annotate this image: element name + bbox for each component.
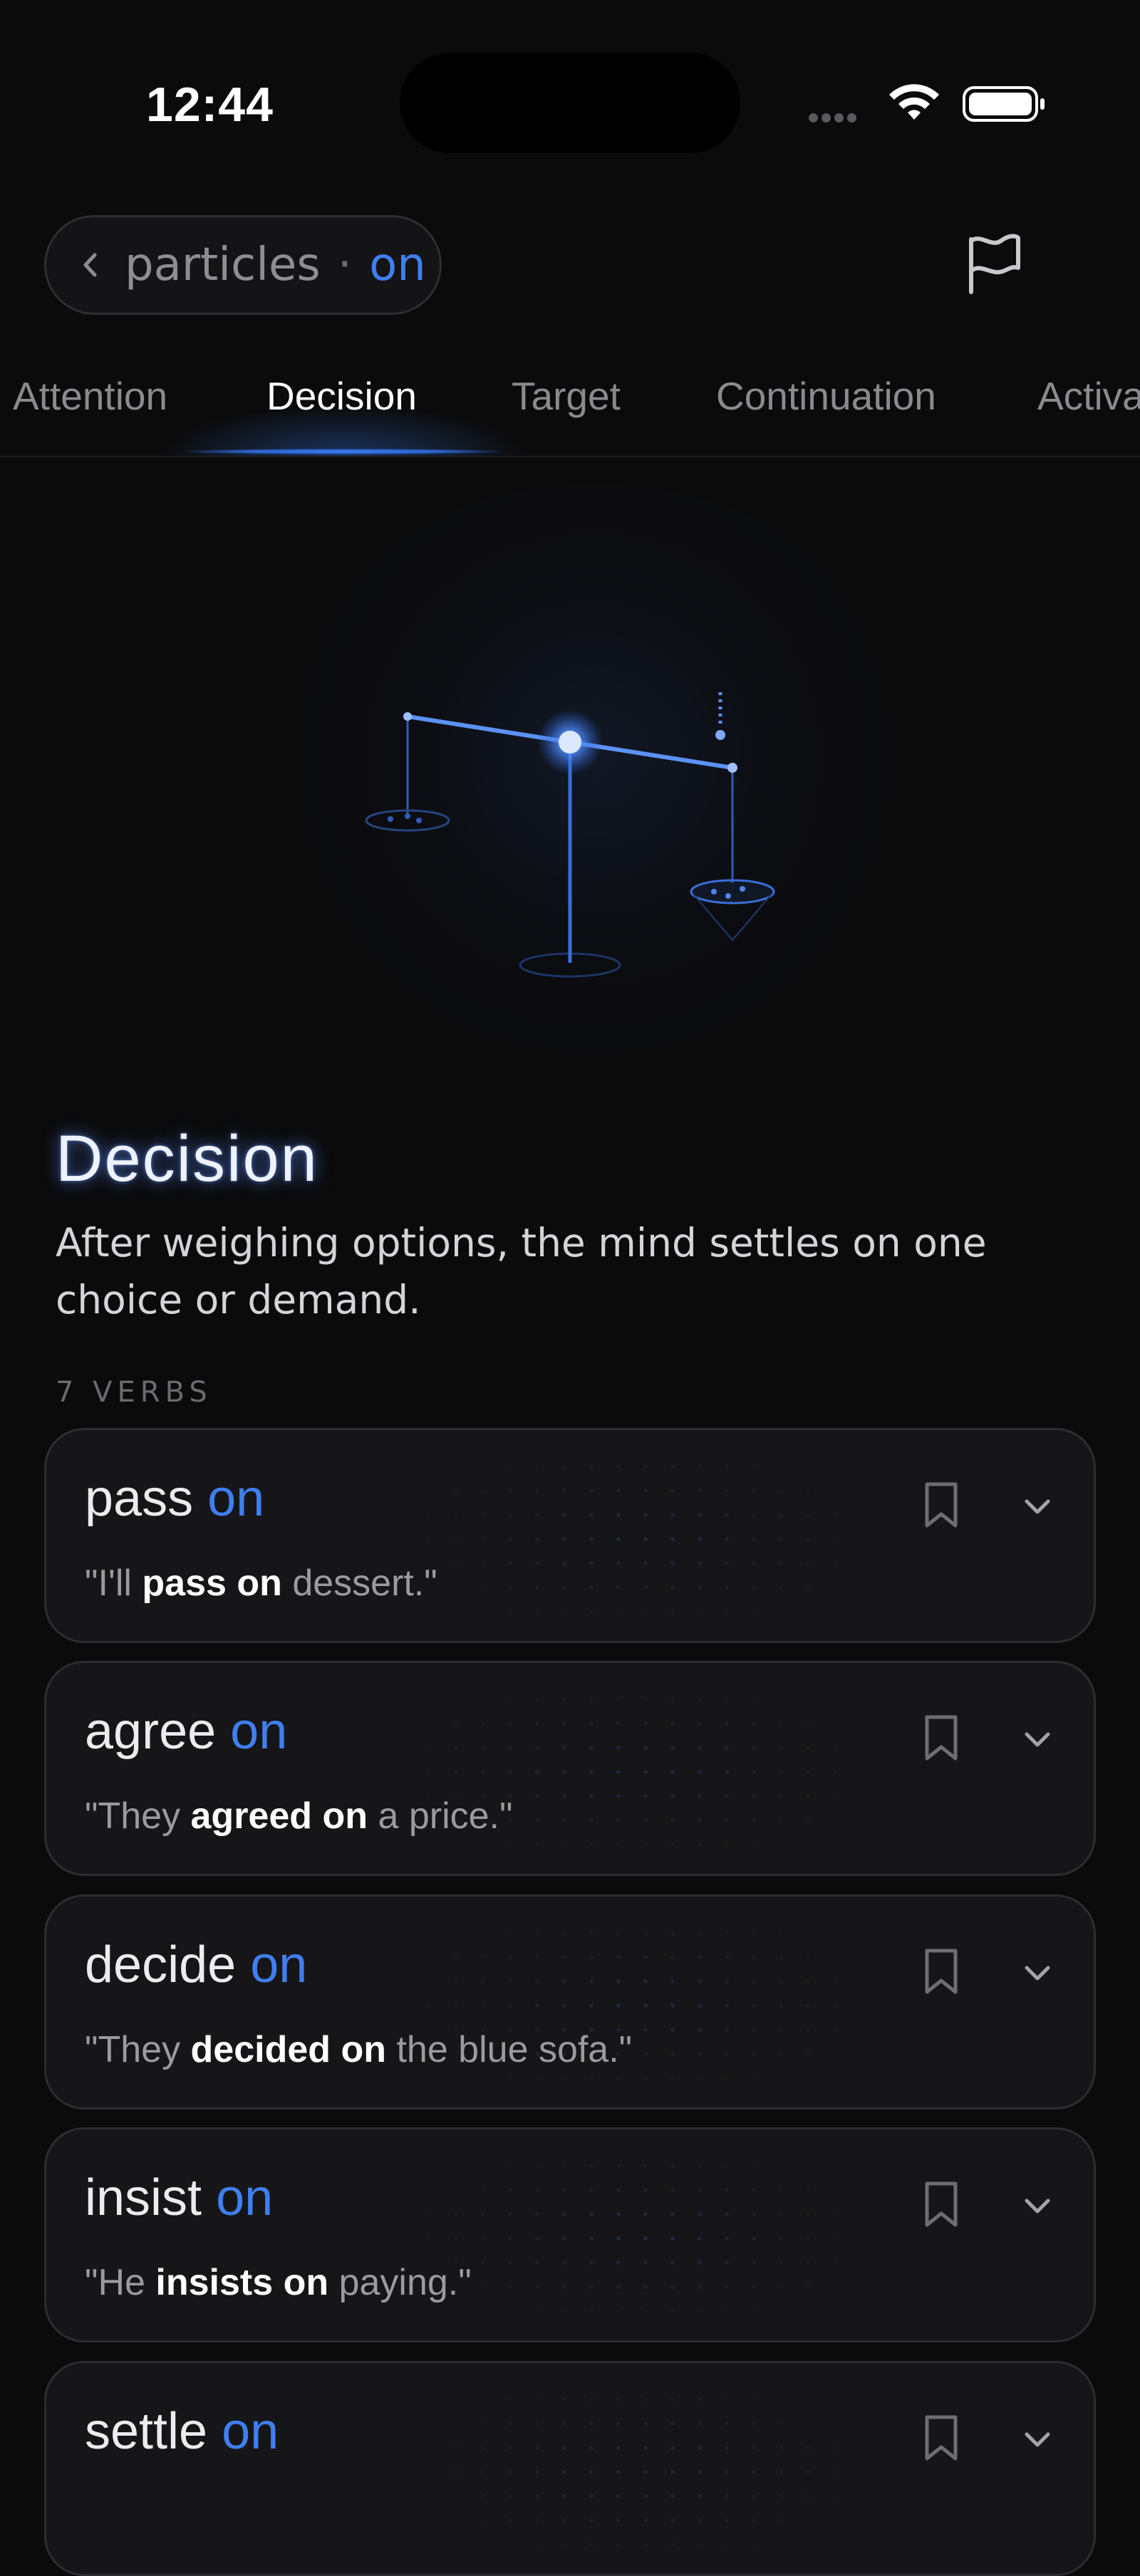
active-tab-indicator bbox=[187, 449, 500, 454]
chevron-down-icon[interactable] bbox=[1020, 1493, 1055, 1521]
verb-example: "I'll pass on dessert." bbox=[85, 1563, 437, 1604]
back-label: particles bbox=[125, 239, 321, 291]
verb-card[interactable]: settle on bbox=[44, 2361, 1096, 2576]
back-button[interactable]: particles · on bbox=[44, 215, 442, 315]
bookmark-icon[interactable] bbox=[920, 1946, 963, 1996]
particle-label: on bbox=[369, 239, 426, 291]
battery-icon bbox=[963, 86, 1045, 122]
cellular-signal-icon bbox=[809, 112, 860, 125]
chevron-left-icon bbox=[81, 251, 99, 279]
verb-example: "They decided on the blue sofa." bbox=[85, 2029, 633, 2070]
verb-title: agree on bbox=[85, 1703, 288, 1760]
category-tabs: Attention Decision Target Continuation A… bbox=[0, 363, 1140, 457]
verb-example: "He insists on paying." bbox=[85, 2262, 472, 2303]
tab-continuation[interactable]: Continuation bbox=[716, 373, 936, 419]
verb-title: insist on bbox=[85, 2169, 274, 2226]
verb-card[interactable]: insist on "He insists on paying." bbox=[44, 2127, 1096, 2342]
verb-card[interactable]: agree on "They agreed on a price." bbox=[44, 1661, 1096, 1876]
bookmark-icon[interactable] bbox=[920, 1713, 963, 1763]
chevron-down-icon[interactable] bbox=[1020, 1726, 1055, 1754]
chevron-down-icon[interactable] bbox=[1020, 2426, 1055, 2454]
tab-activation[interactable]: Activa bbox=[1037, 373, 1140, 419]
wifi-icon bbox=[889, 84, 939, 120]
tab-attention[interactable]: Attention bbox=[13, 373, 167, 419]
verb-card[interactable]: pass on "I'll pass on dessert." bbox=[44, 1428, 1096, 1643]
status-time: 12:44 bbox=[146, 78, 274, 132]
verbs-count: 7 VERBS bbox=[56, 1376, 212, 1409]
separator: · bbox=[337, 239, 353, 291]
bookmark-icon[interactable] bbox=[920, 2179, 963, 2229]
verb-title: settle on bbox=[85, 2403, 279, 2460]
dynamic-island bbox=[400, 53, 740, 153]
verb-title: pass on bbox=[85, 1470, 265, 1527]
verb-card[interactable]: decide on "They decided on the blue sofa… bbox=[44, 1894, 1096, 2110]
section-title: Decision bbox=[56, 1122, 318, 1195]
balance-scale-illustration bbox=[256, 484, 933, 1054]
chevron-down-icon[interactable] bbox=[1020, 2192, 1055, 2221]
verb-example: "They agreed on a price." bbox=[85, 1795, 513, 1837]
status-bar: 12:44 bbox=[0, 0, 1140, 164]
chevron-down-icon[interactable] bbox=[1020, 1959, 1055, 1988]
bookmark-icon[interactable] bbox=[920, 1480, 963, 1530]
bookmark-icon[interactable] bbox=[920, 2413, 963, 2463]
flag-icon[interactable] bbox=[958, 228, 1030, 299]
verb-title: decide on bbox=[85, 1936, 308, 1993]
section-description: After weighing options, the mind settles… bbox=[56, 1220, 987, 1323]
